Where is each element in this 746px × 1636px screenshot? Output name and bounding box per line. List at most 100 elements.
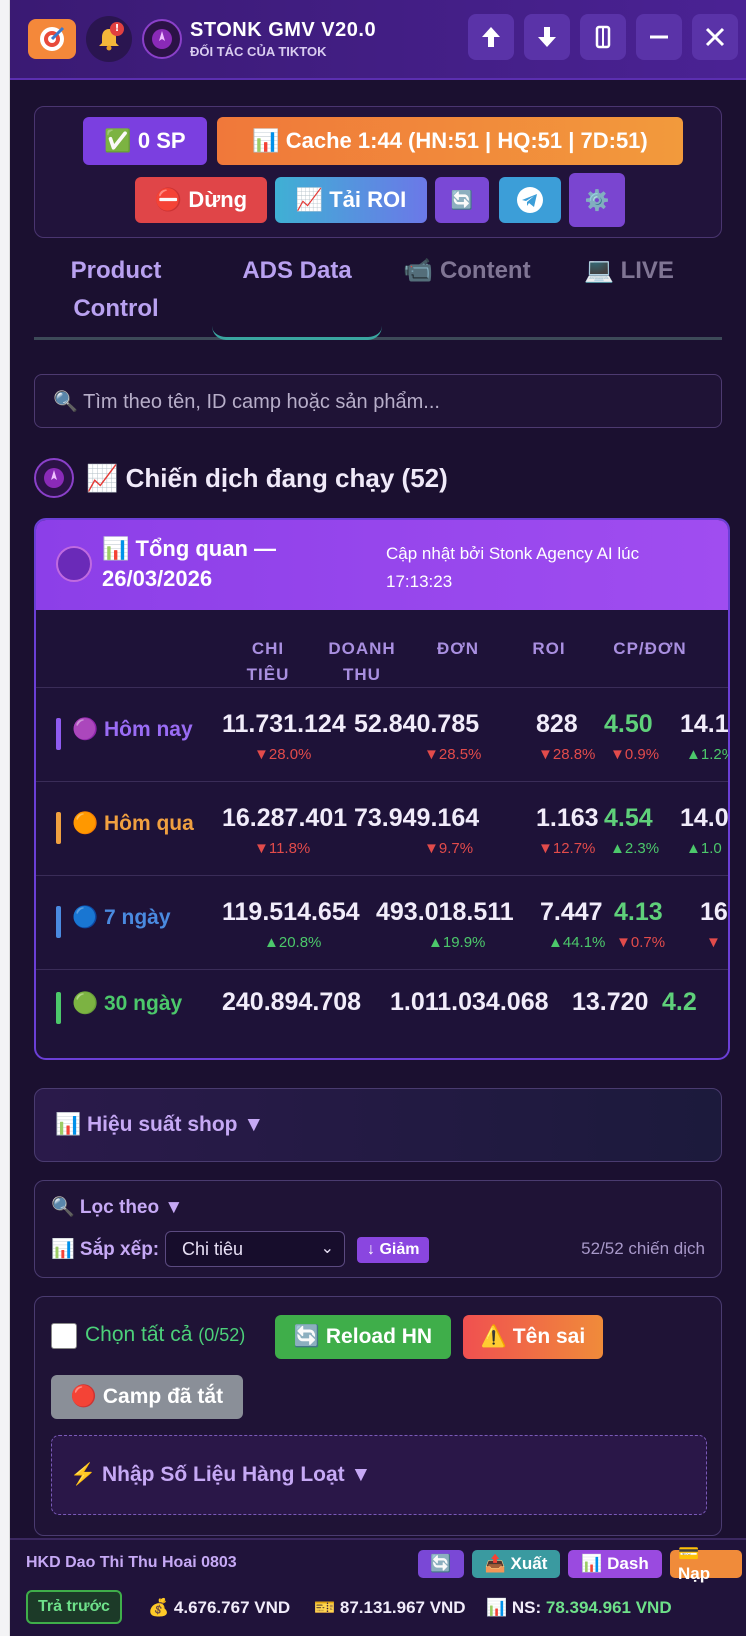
wrong-name-button[interactable]: ⚠️ Tên sai xyxy=(463,1315,603,1359)
dashboard-button[interactable]: 📊 Dash xyxy=(568,1550,662,1578)
camp-off-button[interactable]: 🔴 Camp đã tắt xyxy=(51,1375,243,1419)
tab-live[interactable]: 💻 LIVE xyxy=(574,252,684,290)
select-all-label[interactable]: Chọn tất cả (0/52) xyxy=(85,1323,245,1347)
value-orders: 13.720 xyxy=(572,988,649,1016)
account-name: HKD Dao Thi Thu Hoai 0803 xyxy=(26,1554,237,1571)
app-subtitle: ĐỐI TÁC CỦA TIKTOK xyxy=(190,44,327,59)
tab-product-control[interactable]: Product Control xyxy=(56,252,176,328)
select-all-text: Chọn tất cả xyxy=(85,1323,193,1346)
value-spend: 16.287.401 xyxy=(222,804,348,832)
overview-row-yesterday: 🟠 Hôm qua 16.287.401 73.949.164 1.163 4.… xyxy=(36,782,728,876)
value-orders: 828 xyxy=(536,710,578,738)
value-orders: 1.163 xyxy=(536,804,599,832)
row-label: 🟣 Hôm nay xyxy=(72,718,193,741)
filter-toggle[interactable]: 🔍 Lọc theo ▼ xyxy=(51,1195,183,1219)
value-spend: 240.894.708 xyxy=(222,988,362,1016)
reload-hn-button[interactable]: 🔄 Reload HN xyxy=(275,1315,451,1359)
change-revenue: ▼9.7% xyxy=(424,840,474,857)
selection-panel: Chọn tất cả (0/52) 🔄 Reload HN ⚠️ Tên sa… xyxy=(34,1296,722,1536)
row-label: 🟢 30 ngày xyxy=(72,992,183,1015)
row-indicator xyxy=(56,992,61,1024)
shop-performance-toggle[interactable]: 📊 Hiệu suất shop ▼ xyxy=(34,1088,722,1162)
value-spend: 119.514.654 xyxy=(222,898,360,926)
value-revenue: 1.011.034.068 xyxy=(390,988,549,1016)
background-window-strip xyxy=(0,0,10,1636)
export-button[interactable]: 📤 Xuất xyxy=(472,1550,560,1578)
split-view-button[interactable] xyxy=(580,14,626,60)
tab-ads-data[interactable]: ADS Data xyxy=(212,252,382,340)
main-tabs: Product Control ADS Data 📹 Content 💻 LIV… xyxy=(34,238,722,340)
campaigns-title: 📈 Chiến dịch đang chạy (52) xyxy=(86,462,448,493)
close-icon xyxy=(705,27,725,47)
sort-order-button[interactable]: ↓ Giảm xyxy=(357,1237,430,1263)
refresh-button[interactable]: 🔄 xyxy=(435,177,489,223)
ns-block: 📊 NS: 78.394.961 VND xyxy=(486,1598,672,1618)
cache-status-button[interactable]: 📊 Cache 1:44 (HN:51 | HQ:51 | 7D:51) xyxy=(217,117,683,165)
campaign-count: 52/52 chiến dịch xyxy=(581,1239,705,1258)
move-up-button[interactable] xyxy=(468,14,514,60)
change-cpo: ▼ xyxy=(706,934,721,951)
settings-button[interactable]: ⚙️ xyxy=(569,173,625,227)
overview-card: 📊 Tổng quan — 26/03/2026 Cập nhật bởi St… xyxy=(34,518,730,1060)
change-orders: ▼28.8% xyxy=(538,746,596,763)
change-cpo: ▲1.0 xyxy=(686,840,722,857)
value-revenue: 52.840.785 xyxy=(354,710,480,738)
bulk-input-toggle[interactable]: ⚡ Nhập Số Liệu Hàng Loạt ▼ xyxy=(51,1435,707,1515)
value-orders: 7.447 xyxy=(540,898,603,926)
brand-logo xyxy=(56,546,92,582)
value-cpo: 14.0 xyxy=(680,804,729,832)
notification-bell-button[interactable]: ! xyxy=(86,16,132,62)
load-roi-button[interactable]: 📈 Tải ROI xyxy=(275,177,427,223)
brand-avatar xyxy=(34,458,74,498)
value-roi: 4.2 xyxy=(662,988,697,1016)
extension-panel: ! STONK GMV V20.0 ĐỐI TÁC CỦA TIKTOK ✅ 0… xyxy=(10,0,746,1636)
topup-button[interactable]: 💳 Nạp xyxy=(670,1544,742,1583)
search-input[interactable]: 🔍 Tìm theo tên, ID camp hoặc sản phẩm... xyxy=(34,374,722,428)
tab-content[interactable]: 📹 Content xyxy=(392,252,542,290)
select-all-checkbox[interactable] xyxy=(51,1323,77,1349)
value-roi: 4.13 xyxy=(614,898,663,926)
header: ! STONK GMV V20.0 ĐỐI TÁC CỦA TIKTOK xyxy=(10,0,746,80)
change-spend: ▼11.8% xyxy=(254,840,311,857)
col-header-spend: CHI TIÊU xyxy=(246,639,290,684)
minimize-button[interactable] xyxy=(636,14,682,60)
telegram-button[interactable] xyxy=(499,177,561,223)
split-icon xyxy=(595,25,611,49)
change-revenue: ▼28.5% xyxy=(424,746,482,763)
footer-refresh-button[interactable]: 🔄 xyxy=(418,1550,464,1578)
app-title: STONK GMV V20.0 xyxy=(190,19,377,41)
col-header-cpo: CP/ĐƠN xyxy=(613,639,687,658)
value-roi: 4.54 xyxy=(604,804,653,832)
stop-button[interactable]: ⛔ Dừng xyxy=(135,177,267,223)
change-orders: ▼12.7% xyxy=(538,840,596,857)
change-spend: ▲20.8% xyxy=(264,934,322,951)
target-icon[interactable] xyxy=(28,19,76,59)
overview-row-30days: 🟢 30 ngày 240.894.708 1.011.034.068 13.7… xyxy=(36,970,728,1042)
campaigns-header: 📈 Chiến dịch đang chạy (52) xyxy=(34,458,722,498)
row-label: 🟠 Hôm qua xyxy=(72,812,194,835)
col-header-revenue: DOANH THU xyxy=(328,639,396,684)
value-spend: 11.731.124 xyxy=(222,710,346,738)
balance-value: 💰 4.676.767 VND xyxy=(148,1598,291,1617)
overview-header: 📊 Tổng quan — 26/03/2026 Cập nhật bởi St… xyxy=(36,520,728,610)
change-roi: ▼0.7% xyxy=(616,934,666,951)
change-revenue: ▲19.9% xyxy=(428,934,486,951)
ns-value: 78.394.961 VND xyxy=(545,1598,672,1617)
app-title-block: STONK GMV V20.0 ĐỐI TÁC CỦA TIKTOK xyxy=(190,19,376,59)
selected-products-button[interactable]: ✅ 0 SP xyxy=(83,117,207,165)
spend-value: 🎫 87.131.967 VND xyxy=(314,1598,466,1617)
change-orders: ▲44.1% xyxy=(548,934,606,951)
col-header-roi: ROI xyxy=(532,639,566,658)
sort-select[interactable]: Chi tiêu ⌄ xyxy=(165,1231,345,1267)
sort-label: 📊 Sắp xếp: xyxy=(51,1239,160,1260)
window-controls xyxy=(468,14,738,60)
overview-row-today: 🟣 Hôm nay 11.731.124 52.840.785 828 4.50… xyxy=(36,688,728,782)
value-revenue: 73.949.164 xyxy=(354,804,480,832)
row-indicator xyxy=(56,906,61,938)
close-button[interactable] xyxy=(692,14,738,60)
col-header-orders: ĐƠN xyxy=(436,639,480,658)
value-roi: 4.50 xyxy=(604,710,653,738)
move-down-button[interactable] xyxy=(524,14,570,60)
overview-row-7days: 🔵 7 ngày 119.514.654 493.018.511 7.447 4… xyxy=(36,876,728,970)
change-cpo: ▲1.2% xyxy=(686,746,728,763)
